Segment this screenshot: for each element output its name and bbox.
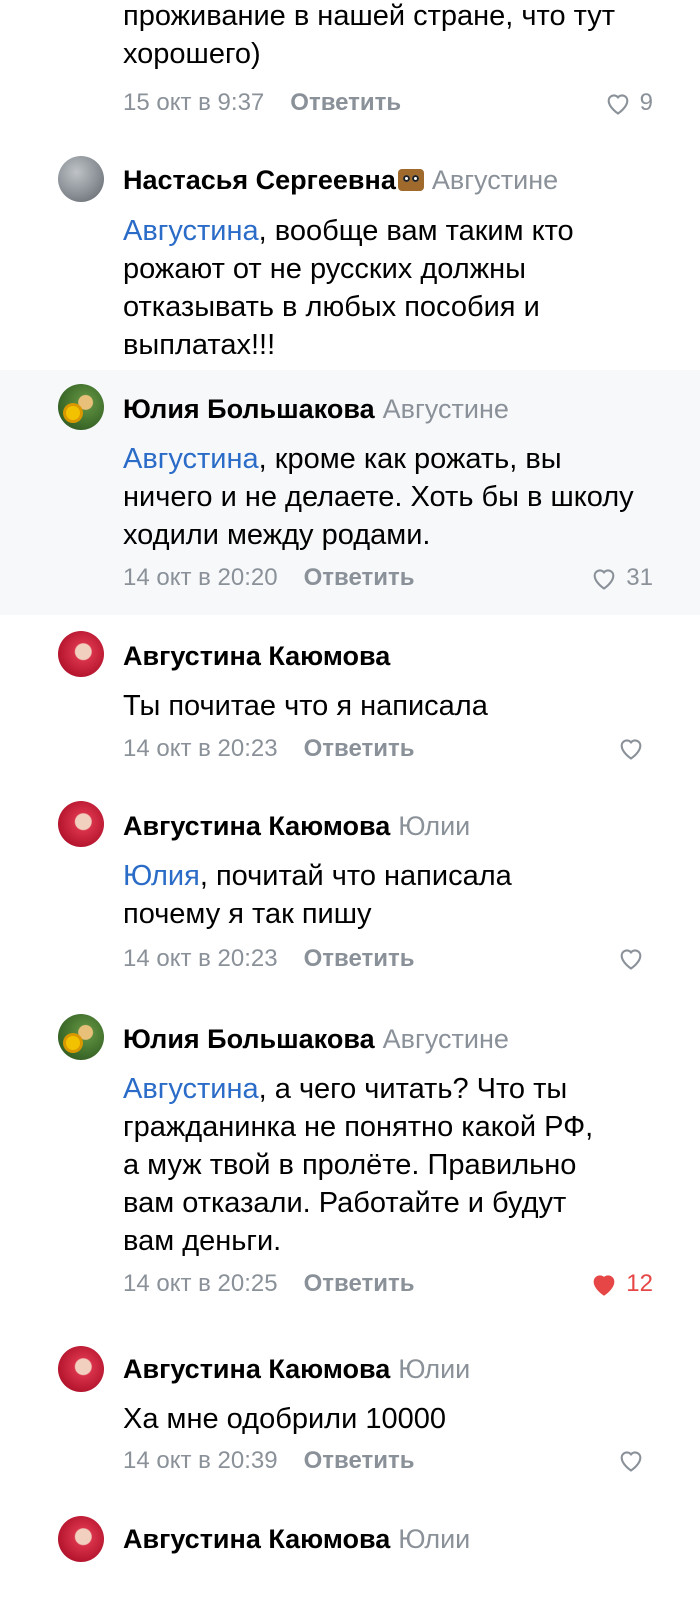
avatar[interactable] <box>58 156 104 202</box>
comment: Августина Каюмова Юлии Ха мне одобрили 10… <box>0 1330 700 1500</box>
avatar[interactable] <box>58 1014 104 1060</box>
comment-text: Августина, а чего читать? Что ты граждан… <box>123 1070 598 1260</box>
comment-meta: 15 окт в 9:37 Ответить 9 <box>123 89 653 117</box>
like-button[interactable] <box>617 1447 653 1473</box>
avatar[interactable] <box>58 801 104 847</box>
heart-icon <box>593 569 615 590</box>
reply-to[interactable]: Августине <box>432 165 558 195</box>
comment-meta: 14 окт в 20:39 Ответить <box>123 1447 653 1475</box>
reply-to[interactable]: Августине <box>383 394 509 424</box>
comment-time: 14 окт в 20:25 <box>123 1270 278 1297</box>
comment-header: Настасья Сергеевна Августине <box>123 165 558 196</box>
heart-icon <box>620 739 642 760</box>
heart-icon <box>620 1451 642 1472</box>
reply-button[interactable]: Ответить <box>304 945 415 972</box>
reply-button[interactable]: Ответить <box>304 1447 415 1474</box>
comment-time: 14 окт в 20:23 <box>123 735 278 762</box>
comment-header: Августина Каюмова Юлии <box>123 1354 470 1385</box>
comment-time: 14 окт в 20:23 <box>123 945 278 972</box>
comment-text: проживание в нашей стране, что тут хорош… <box>123 0 616 70</box>
comment: Августина Каюмова Юлии <box>0 1500 700 1605</box>
comment: Августина Каюмова Юлии Юлия, почитай что … <box>0 785 700 1000</box>
mention-link[interactable]: Августина <box>123 443 259 475</box>
avatar[interactable] <box>58 1516 104 1562</box>
author-name[interactable]: Юлия Большакова <box>123 394 375 424</box>
author-name[interactable]: Юлия Большакова <box>123 1024 375 1054</box>
reply-to[interactable]: Августине <box>383 1024 509 1054</box>
reply-button[interactable]: Ответить <box>304 1270 415 1297</box>
author-name[interactable]: Августина Каюмова <box>123 1524 390 1554</box>
comment-text: Ха мне одобрили 10000 <box>123 1403 446 1435</box>
mention-link[interactable]: Юлия <box>123 860 200 892</box>
mention-link[interactable]: Августина <box>123 1073 259 1105</box>
owl-emoji-icon <box>397 169 424 191</box>
comment-time: 15 окт в 9:37 <box>123 89 265 116</box>
heart-filled-icon <box>593 1275 615 1296</box>
reply-to[interactable]: Юлии <box>398 1524 470 1554</box>
avatar[interactable] <box>58 1346 104 1392</box>
like-count: 12 <box>626 1270 653 1297</box>
reply-button[interactable]: Ответить <box>304 564 415 591</box>
comment-header: Августина Каюмова Юлии <box>123 1524 470 1555</box>
comment-text: Августина, кроме как рожать, вы ничего и… <box>123 440 643 554</box>
comment-header: Августина Каюмова <box>123 641 390 672</box>
comment-time: 14 окт в 20:39 <box>123 1447 278 1474</box>
like-count: 31 <box>626 564 653 591</box>
comment: Настасья Сергеевна Августине Августина, в… <box>0 140 700 370</box>
reply-to[interactable]: Юлии <box>398 811 470 841</box>
comment-text: Августина, вообще вам таким кто рожают о… <box>123 212 663 364</box>
comment-meta: 14 окт в 20:23 Ответить <box>123 735 653 763</box>
like-button[interactable]: 31 <box>590 564 653 592</box>
author-name[interactable]: Августина Каюмова <box>123 641 390 671</box>
like-button[interactable] <box>617 735 653 761</box>
author-name[interactable]: Настасья Сергеевна <box>123 165 396 195</box>
heart-icon <box>607 94 629 115</box>
reply-to[interactable]: Юлии <box>398 1354 470 1384</box>
comment-header: Августина Каюмова Юлии <box>123 811 470 842</box>
reply-button[interactable]: Ответить <box>304 735 415 762</box>
comment-header: Юлия Большакова Августине <box>123 1024 509 1055</box>
comment-header: Юлия Большакова Августине <box>123 394 509 425</box>
like-count: 9 <box>639 89 653 116</box>
author-name[interactable]: Августина Каюмова <box>123 1354 390 1384</box>
like-button[interactable]: 9 <box>604 89 653 117</box>
comment: Юлия Большакова Августине Августина, кром… <box>0 370 700 615</box>
author-name[interactable]: Августина Каюмова <box>123 811 390 841</box>
comment: Юлия Большакова Августине Августина, а че… <box>0 1000 700 1330</box>
comment-meta: 14 окт в 20:23 Ответить <box>123 945 653 973</box>
comment-meta: 14 окт в 20:25 Ответить 12 <box>123 1270 653 1298</box>
reply-button[interactable]: Ответить <box>290 89 401 116</box>
comment: проживание в нашей стране, что тут хорош… <box>0 0 700 140</box>
comment: Августина Каюмова Ты почитае что я напис… <box>0 615 700 785</box>
comment-meta: 14 окт в 20:20 Ответить 31 <box>123 564 653 592</box>
avatar[interactable] <box>58 384 104 430</box>
comment-text: Юлия, почитай что написала почему я так … <box>123 857 573 933</box>
comment-text: Ты почитае что я написала <box>123 690 488 722</box>
comment-time: 14 окт в 20:20 <box>123 564 278 591</box>
mention-link[interactable]: Августина <box>123 215 259 247</box>
avatar[interactable] <box>58 631 104 677</box>
heart-icon <box>620 949 642 970</box>
like-button[interactable] <box>617 945 653 971</box>
like-button[interactable]: 12 <box>590 1270 653 1298</box>
